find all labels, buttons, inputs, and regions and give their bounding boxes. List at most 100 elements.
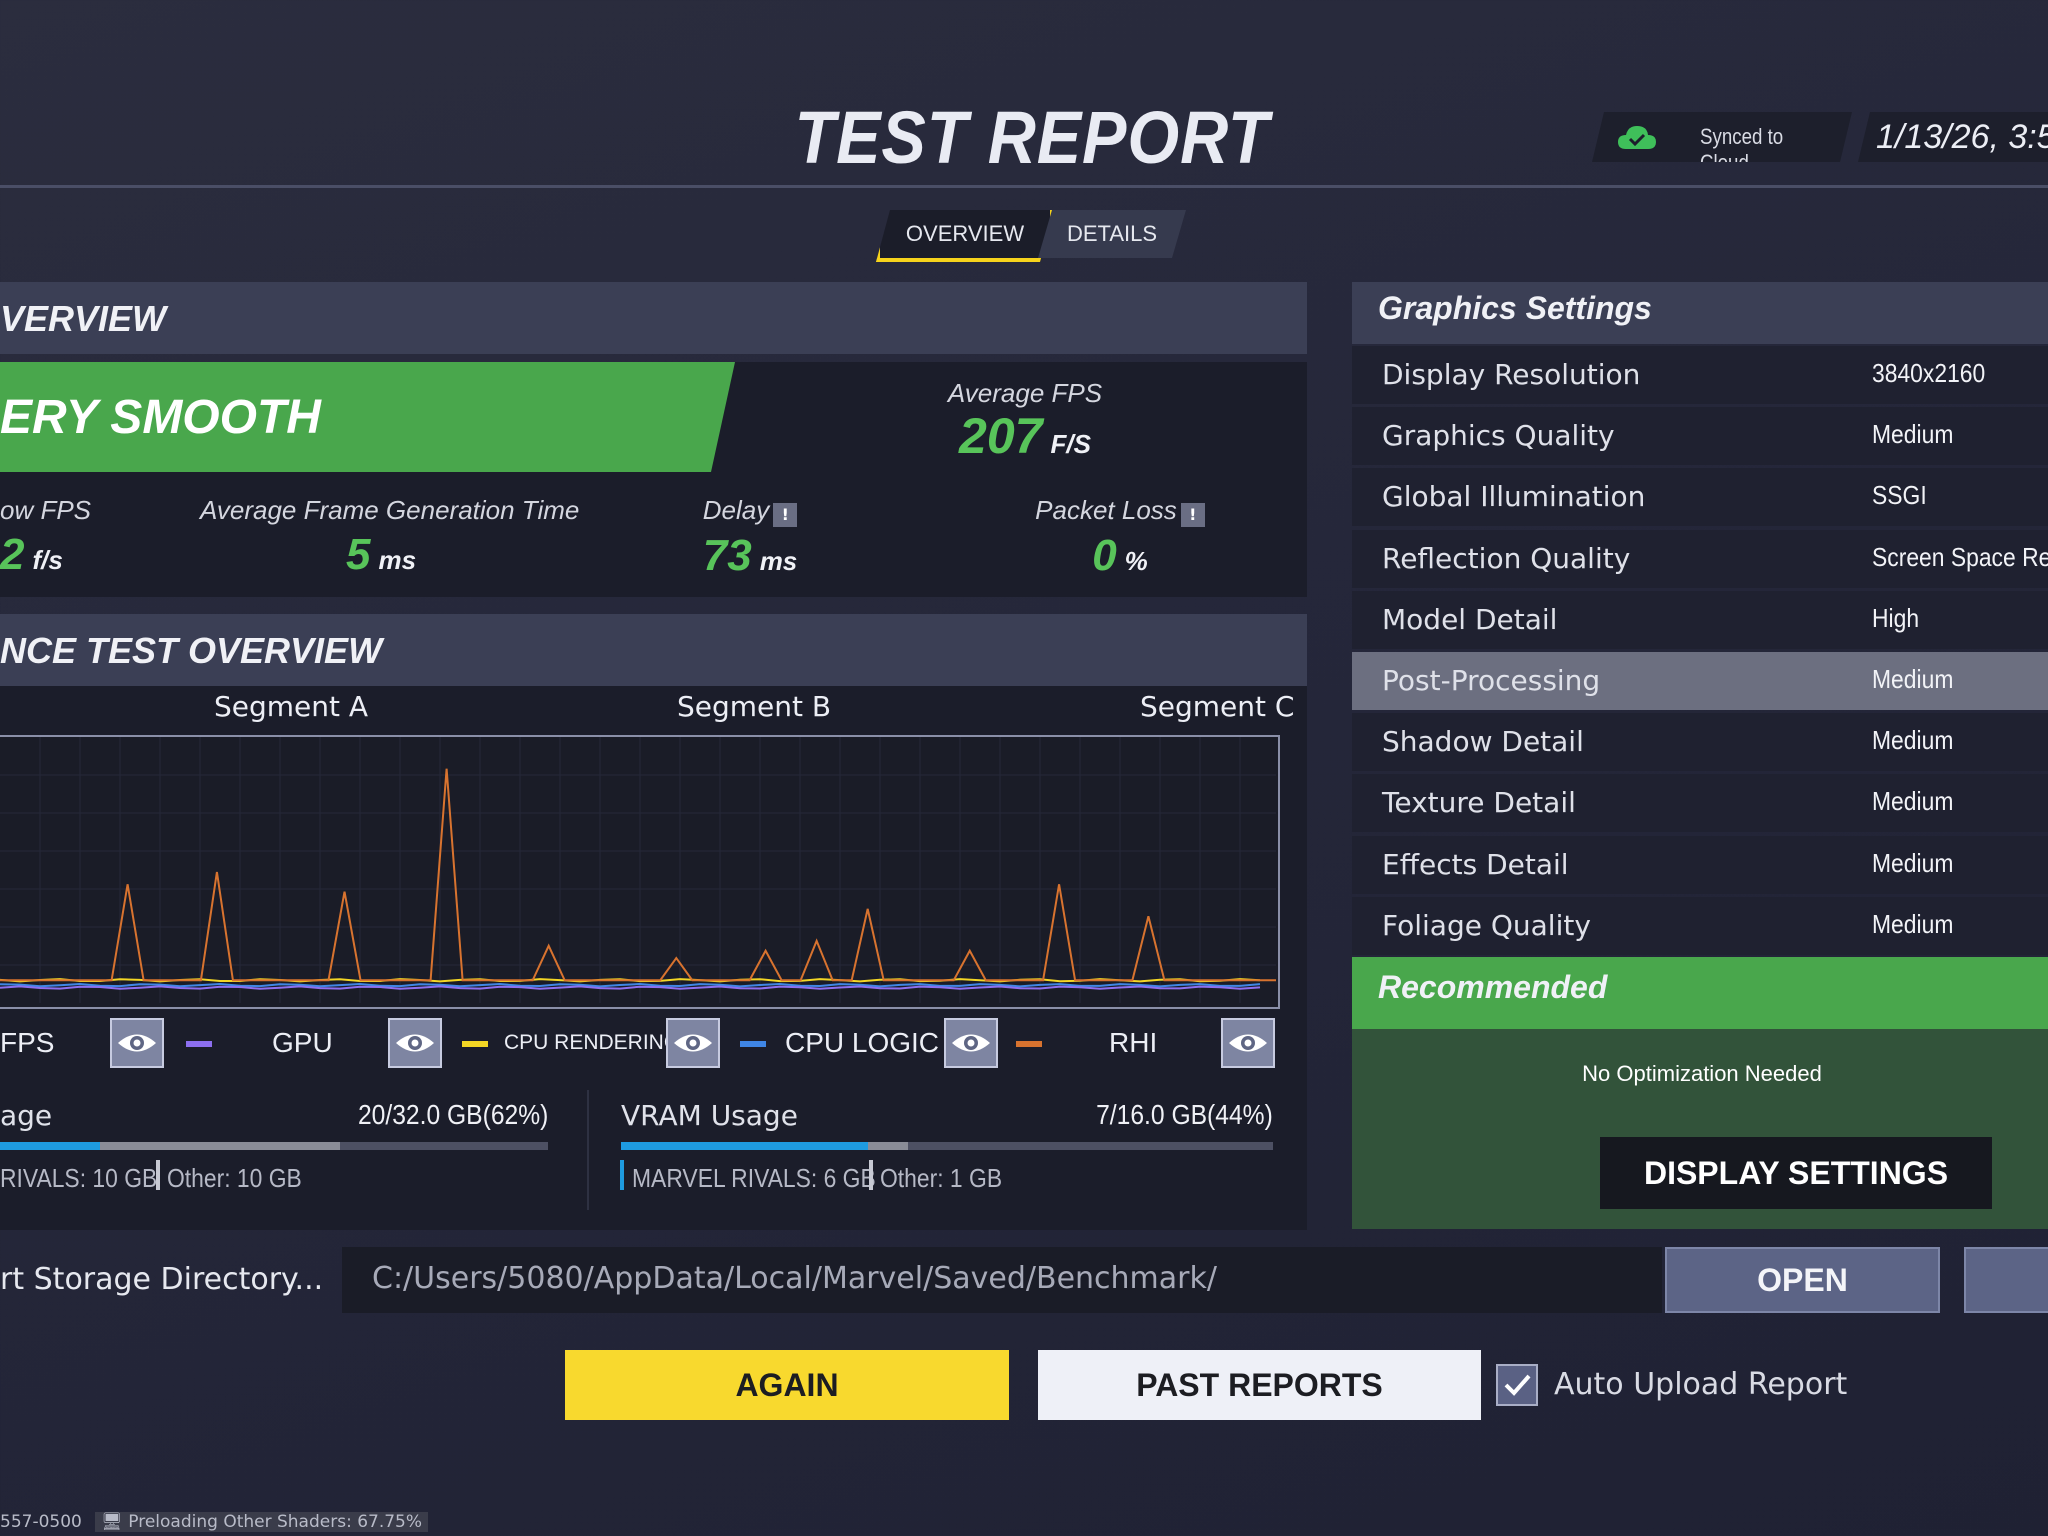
eye-icon <box>674 1034 712 1052</box>
legend-swatch-rhi <box>1016 1041 1042 1047</box>
auto-upload-label: Auto Upload Report <box>1554 1367 1848 1402</box>
monitor-icon: 🖥 <box>101 1512 123 1532</box>
display-settings-label: DISPLAY SETTINGS <box>1643 1155 1949 1191</box>
graphics-setting-row[interactable]: Foliage Quality Medium <box>1352 896 2048 955</box>
toggle-gpu-visibility[interactable] <box>388 1018 442 1068</box>
vram-bar-game <box>621 1142 868 1150</box>
graphics-setting-row[interactable]: Reflection Quality Screen Space Ref <box>1352 529 2048 588</box>
graphics-settings-title: Graphics Settings <box>1378 290 1652 326</box>
stat-label: ow FPS <box>0 495 92 525</box>
recommended-title: Recommended <box>1378 969 1608 1005</box>
setting-value: Medium <box>1872 664 1954 694</box>
stat-delay: Delay! 73 ms <box>640 495 860 581</box>
tab-bar: OVERVIEW DETAILS <box>876 210 1182 262</box>
stat-label: Average Frame Generation Time <box>200 495 580 525</box>
legend-label-cpu-rendering: CPU RENDERING <box>504 1031 681 1054</box>
extra-action-button[interactable] <box>1964 1247 2048 1313</box>
tab-details[interactable]: DETAILS <box>1038 210 1186 258</box>
past-reports-label: PAST REPORTS <box>1136 1367 1383 1403</box>
setting-name: Post-Processing <box>1382 664 1601 697</box>
cloud-sync-status: Synced to Cloud <box>1592 112 1852 162</box>
stat-value: 73 <box>702 530 752 580</box>
setting-value: 3840x2160 <box>1872 358 1986 388</box>
stat-low-fps: ow FPS 2 f/s <box>0 495 91 580</box>
again-button[interactable]: AGAIN <box>565 1350 1009 1420</box>
auto-upload-checkbox[interactable] <box>1496 1364 1538 1406</box>
tab-overview[interactable]: OVERVIEW <box>876 210 1054 262</box>
footer-version: 557-0500 <box>0 1512 82 1532</box>
vram-game-usage: MARVEL RIVALS: 6 GB <box>632 1163 876 1193</box>
vram-value: 7/16.0 GB(44%) <box>1096 1099 1273 1130</box>
legend-label-cpu-logic: CPU LOGIC <box>785 1027 940 1058</box>
average-fps-unit: F/S <box>1050 429 1091 459</box>
legend-label-rhi: RHI <box>1109 1027 1158 1058</box>
toggle-rhi-visibility[interactable] <box>1221 1018 1275 1068</box>
vram-other-marker <box>869 1160 873 1190</box>
toggle-fps-visibility[interactable] <box>110 1018 164 1068</box>
memory-bar-other <box>100 1142 340 1150</box>
setting-name: Graphics Quality <box>1382 419 1615 453</box>
series-line-rhi <box>0 768 1276 982</box>
memory-bar-game <box>0 1142 100 1150</box>
again-label: AGAIN <box>735 1367 839 1403</box>
shader-status: 🖥 Preloading Other Shaders: 67.75% <box>95 1512 429 1532</box>
legend-label-fps: FPS <box>0 1027 55 1058</box>
memory-other-usage: Other: 10 GB <box>167 1163 302 1193</box>
graphics-setting-row[interactable]: Model Detail High <box>1352 590 2048 649</box>
graphics-setting-row[interactable]: Texture Detail Medium <box>1352 774 2048 833</box>
overview-title: VERVIEW <box>0 298 167 339</box>
past-reports-button[interactable]: PAST REPORTS <box>1038 1350 1481 1420</box>
graphics-setting-row[interactable]: Shadow Detail Medium <box>1352 713 2048 772</box>
report-datetime: 1/13/26, 3:57 <box>1858 112 2048 162</box>
graphics-setting-row[interactable]: Global Illumination SSGI <box>1352 468 2048 527</box>
memory-other-marker <box>156 1160 160 1190</box>
setting-name: Texture Detail <box>1382 786 1576 820</box>
legend-label-gpu: GPU <box>272 1027 333 1058</box>
storage-directory-label: rt Storage Directory... <box>0 1262 324 1297</box>
graphics-setting-row[interactable]: Post-Processing Medium <box>1352 652 2048 710</box>
rating-text: ERY SMOOTH <box>0 391 321 444</box>
open-directory-button[interactable]: OPEN <box>1665 1247 1940 1313</box>
vram-game-marker <box>620 1160 624 1190</box>
open-label: OPEN <box>1757 1262 1848 1298</box>
stat-value: 5 <box>345 530 371 579</box>
setting-value: Medium <box>1872 908 1954 939</box>
stat-value: 0 <box>1092 530 1117 580</box>
legend-swatch-gpu <box>186 1041 212 1047</box>
average-fps: Average FPS 207 F/S <box>900 378 1150 465</box>
stat-unit: ms <box>378 545 417 575</box>
memory-game-usage: RIVALS: 10 GB <box>0 1163 158 1193</box>
setting-value: Medium <box>1872 419 1954 450</box>
stat-unit: ms <box>759 545 798 576</box>
graphics-setting-row[interactable]: Effects Detail Medium <box>1352 835 2048 894</box>
setting-name: Global Illumination <box>1382 480 1646 514</box>
overview-header <box>0 282 1307 354</box>
setting-value: Medium <box>1872 786 1954 817</box>
vram-bar-other <box>867 1142 908 1150</box>
checkmark-icon <box>1504 1374 1531 1396</box>
display-settings-button[interactable]: DISPLAY SETTINGS <box>1600 1137 1992 1209</box>
graphics-setting-row[interactable]: Display Resolution 3840x2160 <box>1352 346 2048 404</box>
info-icon[interactable]: ! <box>773 502 798 527</box>
performance-chart <box>0 735 1280 1009</box>
toggle-cpu-rendering-visibility[interactable] <box>666 1018 720 1068</box>
toggle-cpu-logic-visibility[interactable] <box>944 1018 998 1068</box>
vram-other-usage: Other: 1 GB <box>880 1163 1003 1193</box>
graphics-setting-row[interactable]: Graphics Quality Medium <box>1352 407 2048 466</box>
stat-label: Delay <box>702 495 770 525</box>
shader-status-text: Preloading Other Shaders: 67.75% <box>128 1512 423 1532</box>
stat-frame-gen-time: Average Frame Generation Time 5 ms <box>200 495 580 580</box>
average-fps-value: 207 <box>959 408 1043 464</box>
segment-label: Segment C <box>1140 690 1295 723</box>
setting-value: Medium <box>1872 847 1954 878</box>
recommended-header: Recommended <box>1352 957 2048 1029</box>
eye-icon <box>1229 1034 1267 1052</box>
info-icon[interactable]: ! <box>1180 502 1205 527</box>
stat-unit: % <box>1124 545 1148 576</box>
stat-packet-loss: Packet Loss! 0% <box>1000 495 1240 581</box>
memory-divider <box>587 1090 589 1210</box>
eye-icon <box>118 1034 156 1052</box>
setting-value: SSGI <box>1872 480 1927 511</box>
legend-swatch-cpu-rendering <box>462 1041 488 1047</box>
storage-path-field[interactable]: C:/Users/5080/AppData/Local/Marvel/Saved… <box>342 1247 1662 1313</box>
